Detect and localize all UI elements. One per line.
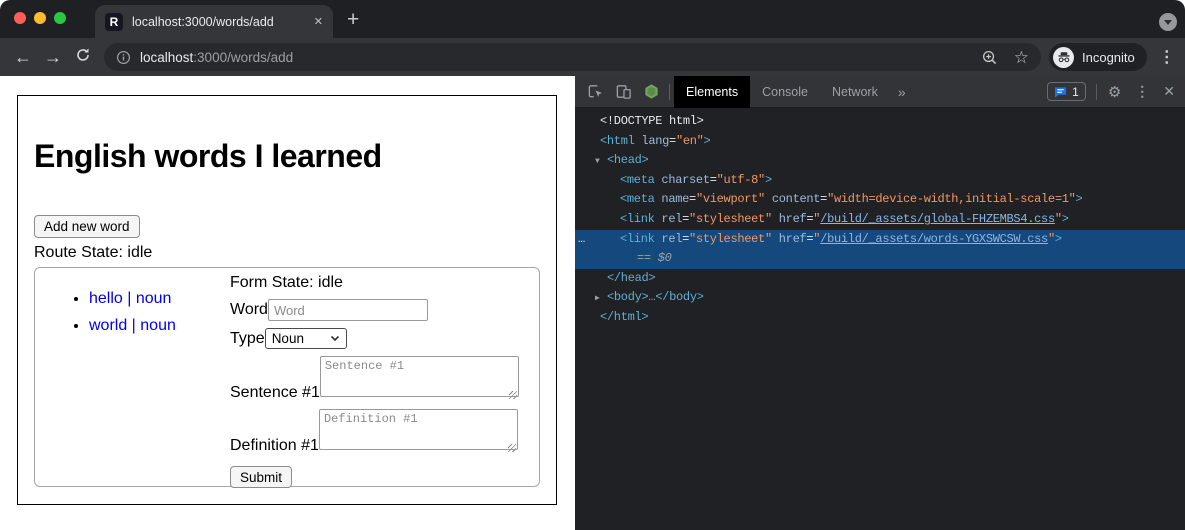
list-item: world | noun — [89, 317, 176, 335]
sentence-label: Sentence #1 — [230, 384, 320, 402]
back-button[interactable]: ← — [8, 47, 38, 68]
resize-handle-icon[interactable] — [508, 444, 516, 452]
devtools-code[interactable]: <!DOCTYPE html><html lang="en">▼<head><m… — [575, 112, 1185, 328]
word-link-world[interactable]: world | noun — [89, 317, 176, 334]
tab-console[interactable]: Console — [750, 76, 820, 108]
inspect-element-button[interactable] — [581, 76, 609, 108]
page-title: English words I learned — [34, 138, 382, 175]
form-state-text: Form State: idle — [230, 274, 343, 292]
collapse-arrow-icon: ▶ — [595, 289, 600, 309]
word-row: Word — [230, 299, 428, 321]
reload-button[interactable] — [68, 47, 98, 68]
type-select-value: Noun — [272, 331, 304, 346]
sentence-row: Sentence #1 — [230, 356, 519, 402]
device-toolbar-button[interactable] — [609, 76, 637, 108]
chevron-down-icon — [1164, 20, 1172, 25]
word-list: hello | noun world | noun — [59, 290, 176, 344]
page-container: English words I learned Add new word Rou… — [17, 95, 557, 505]
tab-network[interactable]: Network — [820, 76, 890, 108]
sentence-textarea[interactable] — [320, 356, 519, 397]
nodejs-hexagon-icon — [643, 83, 660, 100]
toolbar-divider — [1096, 84, 1097, 100]
chevron-down-icon — [330, 335, 340, 342]
add-new-word-button[interactable]: Add new word — [34, 215, 140, 238]
window-content: English words I learned Add new word Rou… — [0, 76, 1185, 530]
traffic-lights — [14, 12, 66, 24]
words-panel: hello | noun world | noun Form State: id… — [34, 267, 540, 487]
issues-bubble-icon — [1054, 86, 1067, 98]
type-row: Type Noun — [230, 328, 347, 349]
browser-menu-button[interactable]: ⋮ — [1159, 47, 1175, 67]
tab-close-icon[interactable]: ✕ — [314, 15, 323, 28]
incognito-badge: Incognito — [1049, 43, 1147, 71]
expand-arrow-icon: ▼ — [595, 152, 600, 172]
incognito-label: Incognito — [1082, 50, 1135, 65]
address-bar[interactable]: localhost:3000/words/add ☆ — [104, 43, 1041, 71]
browser-tab[interactable]: R localhost:3000/words/add ✕ — [95, 5, 333, 38]
submit-button[interactable]: Submit — [230, 466, 292, 488]
incognito-icon — [1053, 47, 1074, 68]
issues-count: 1 — [1072, 85, 1079, 99]
devtools-panel: Elements Console Network » 1 ⚙ ⋮ ✕ <!DOC… — [575, 76, 1185, 530]
new-tab-button[interactable]: + — [347, 8, 359, 32]
word-label: Word — [230, 301, 268, 319]
url-text: localhost:3000/words/add — [140, 50, 293, 65]
tab-search-button[interactable] — [1159, 13, 1177, 31]
devtools-menu-icon[interactable]: ⋮ — [1128, 83, 1156, 100]
tab-elements[interactable]: Elements — [674, 76, 750, 108]
browser-toolbar: ← → localhost:3000/words/add ☆ Incognito… — [0, 38, 1185, 76]
bookmark-star-icon[interactable]: ☆ — [1014, 49, 1029, 66]
window-titlebar: R localhost:3000/words/add ✕ + — [0, 0, 1185, 38]
settings-gear-icon[interactable]: ⚙ — [1101, 83, 1128, 101]
forward-button[interactable]: → — [38, 47, 68, 68]
resize-handle-icon[interactable] — [509, 391, 517, 399]
devtools-close-icon[interactable]: ✕ — [1156, 83, 1185, 100]
reload-icon — [75, 47, 91, 63]
definition-label: Definition #1 — [230, 437, 319, 455]
word-input[interactable] — [268, 299, 428, 321]
issues-counter[interactable]: 1 — [1047, 82, 1086, 101]
definition-row: Definition #1 — [230, 409, 518, 455]
nodejs-debugger-button[interactable] — [637, 76, 665, 108]
page-info-icon[interactable] — [116, 50, 131, 65]
definition-textarea[interactable] — [319, 409, 518, 450]
minimize-window-button[interactable] — [34, 12, 46, 24]
web-page: English words I learned Add new word Rou… — [0, 76, 575, 530]
type-select[interactable]: Noun — [265, 328, 347, 349]
list-item: hello | noun — [89, 290, 176, 308]
toolbar-divider — [669, 84, 670, 100]
close-window-button[interactable] — [14, 12, 26, 24]
maximize-window-button[interactable] — [54, 12, 66, 24]
more-tabs-button[interactable]: » — [890, 84, 914, 100]
device-toolbar-icon — [615, 83, 632, 100]
add-word-form: Form State: idle Word Type Noun Senten — [230, 274, 519, 488]
devtools-toolbar: Elements Console Network » 1 ⚙ ⋮ ✕ — [575, 76, 1185, 108]
route-state-text: Route State: idle — [34, 244, 152, 262]
remix-favicon-icon: R — [105, 13, 123, 31]
type-label: Type — [230, 330, 265, 348]
word-link-hello[interactable]: hello | noun — [89, 290, 171, 307]
zoom-icon[interactable] — [981, 49, 998, 66]
tab-title: localhost:3000/words/add — [132, 15, 306, 29]
inspect-cursor-icon — [587, 83, 604, 100]
hover-ellipsis-icon: … — [578, 230, 585, 250]
